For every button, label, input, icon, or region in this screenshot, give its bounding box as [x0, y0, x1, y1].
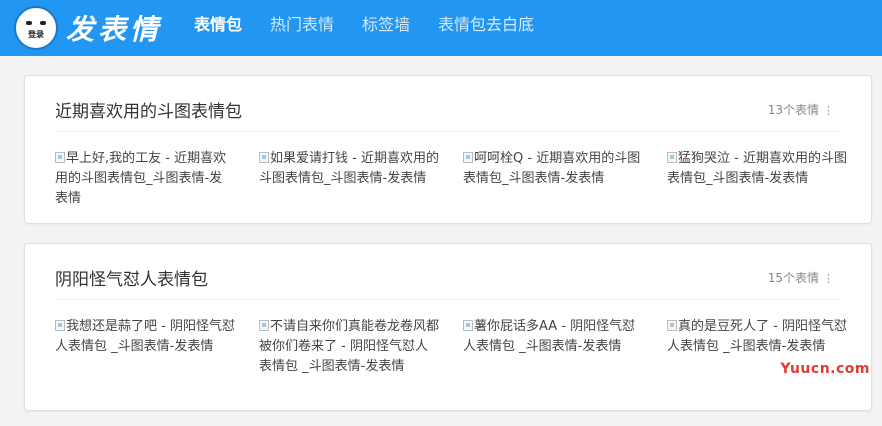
emoji-alt-text: 早上好,我的工友 - 近期喜欢用的斗图表情包_斗图表情-发表情	[55, 151, 227, 206]
site-logo[interactable]: 登录 发表情	[14, 4, 162, 52]
main-nav: 表情包 热门表情 标签墙 表情包去白底	[194, 0, 562, 46]
more-vertical-icon: ⋮	[823, 272, 834, 285]
emoji-count-text: 15个表情	[767, 271, 819, 285]
emoji-alt-text: 真的是豆死人了 - 阴阳怪气怼人表情包 _斗图表情-发表情	[667, 319, 847, 354]
card-header: 阴阳怪气怼人表情包 15个表情 ⋮	[55, 244, 841, 300]
broken-image-icon	[667, 320, 677, 331]
broken-image-icon	[259, 152, 269, 163]
logo-face-icon: 登录	[14, 6, 58, 50]
emoji-pack-card: 近期喜欢用的斗图表情包 13个表情 ⋮ 早上好,我的工友 - 近期喜欢用的斗图表情…	[24, 75, 872, 224]
emoji-count-text: 13个表情	[767, 103, 819, 117]
emoji-alt-text: 不请自来你们真能卷龙卷风都被你们卷来了 - 阴阳怪气怼人表情包 _斗图表情-发表…	[259, 319, 440, 374]
top-navbar: 登录 发表情 表情包 热门表情 标签墙 表情包去白底	[0, 0, 882, 56]
logo-text: 发表情	[66, 13, 163, 46]
emoji-item[interactable]: 薯你屁话多AA - 阴阳怪气怼人表情包 _斗图表情-发表情	[463, 317, 643, 357]
more-vertical-icon: ⋮	[823, 104, 834, 117]
broken-image-icon	[55, 320, 65, 331]
watermark: Yuucn.com	[780, 361, 870, 377]
emoji-item[interactable]: 不请自来你们真能卷龙卷风都被你们卷来了 - 阴阳怪气怼人表情包 _斗图表情-发表…	[259, 317, 439, 377]
nav-item-emoji-packs[interactable]: 表情包	[194, 11, 242, 35]
nav-item-hot-emoji[interactable]: 热门表情	[270, 11, 334, 35]
emoji-item[interactable]: 真的是豆死人了 - 阴阳怪气怼人表情包 _斗图表情-发表情	[667, 317, 847, 357]
nav-item-remove-background[interactable]: 表情包去白底	[438, 11, 534, 35]
emoji-alt-text: 我想还是蒜了吧 - 阴阳怪气怼人表情包 _斗图表情-发表情	[55, 319, 235, 354]
nav-item-tag-wall[interactable]: 标签墙	[362, 11, 410, 35]
broken-image-icon	[259, 320, 269, 331]
card-title[interactable]: 阴阳怪气怼人表情包	[55, 265, 208, 290]
emoji-alt-text: 呵呵栓Q - 近期喜欢用的斗图表情包_斗图表情-发表情	[463, 151, 641, 186]
emoji-alt-text: 如果爱请打钱 - 近期喜欢用的斗图表情包_斗图表情-发表情	[259, 151, 439, 186]
card-header: 近期喜欢用的斗图表情包 13个表情 ⋮	[55, 76, 841, 132]
broken-image-icon	[463, 320, 473, 331]
broken-image-icon	[667, 152, 677, 163]
emoji-item[interactable]: 早上好,我的工友 - 近期喜欢用的斗图表情包_斗图表情-发表情	[55, 149, 235, 209]
emoji-alt-text: 薯你屁话多AA - 阴阳怪气怼人表情包 _斗图表情-发表情	[463, 319, 636, 354]
logo-face-text: 登录	[28, 30, 44, 39]
card-title[interactable]: 近期喜欢用的斗图表情包	[55, 97, 242, 122]
emoji-item[interactable]: 如果爱请打钱 - 近期喜欢用的斗图表情包_斗图表情-发表情	[259, 149, 439, 189]
emoji-count[interactable]: 15个表情 ⋮	[767, 269, 834, 286]
broken-image-icon	[55, 152, 65, 163]
emoji-item[interactable]: 呵呵栓Q - 近期喜欢用的斗图表情包_斗图表情-发表情	[463, 149, 643, 189]
emoji-pack-card: 阴阳怪气怼人表情包 15个表情 ⋮ 我想还是蒜了吧 - 阴阳怪气怼人表情包 _斗图…	[24, 243, 872, 411]
emoji-count[interactable]: 13个表情 ⋮	[767, 101, 834, 118]
broken-image-icon	[463, 152, 473, 163]
emoji-item[interactable]: 猛狗哭泣 - 近期喜欢用的斗图表情包_斗图表情-发表情	[667, 149, 847, 189]
emoji-item[interactable]: 我想还是蒜了吧 - 阴阳怪气怼人表情包 _斗图表情-发表情	[55, 317, 235, 357]
emoji-alt-text: 猛狗哭泣 - 近期喜欢用的斗图表情包_斗图表情-发表情	[667, 151, 847, 186]
